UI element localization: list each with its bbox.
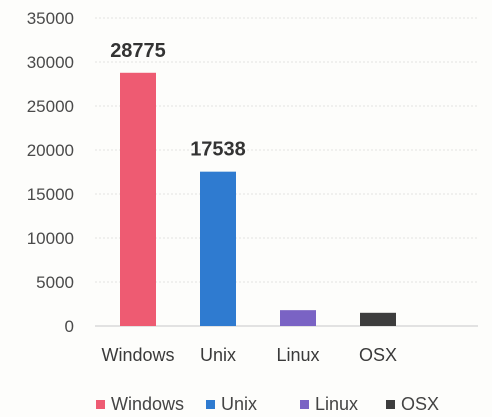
y-tick-label: 5000: [36, 273, 74, 292]
bar-osx: [360, 312, 396, 326]
data-label: 17538: [190, 139, 246, 161]
legend-swatch: [96, 400, 105, 409]
data-label: 28775: [110, 40, 166, 62]
y-tick-label: 30000: [27, 53, 74, 72]
x-category-label: Unix: [200, 345, 236, 365]
legend-label: Windows: [111, 394, 184, 414]
legend-label: Linux: [315, 394, 358, 414]
y-tick-label: 0: [65, 317, 74, 336]
x-axis-category-labels: Windows Unix Linux OSX: [101, 345, 397, 365]
y-tick-label: 35000: [27, 9, 74, 28]
y-axis-tick-labels: 0 5000 10000 15000 20000 25000 30000 35000: [27, 9, 74, 336]
legend-label: OSX: [401, 394, 439, 414]
x-category-label: Windows: [101, 345, 174, 365]
legend-swatch: [386, 400, 395, 409]
bar-linux: [280, 310, 316, 326]
y-tick-label: 25000: [27, 97, 74, 116]
bar-unix: [200, 171, 236, 326]
y-tick-label: 10000: [27, 229, 74, 248]
y-tick-label: 15000: [27, 185, 74, 204]
x-category-label: OSX: [359, 345, 397, 365]
legend-label: Unix: [221, 394, 257, 414]
y-tick-label: 20000: [27, 141, 74, 160]
legend-swatch: [300, 400, 309, 409]
legend: Windows Unix Linux OSX: [96, 394, 439, 414]
chart-canvas: 0 5000 10000 15000 20000 25000 30000 35000 2877…: [27, 9, 478, 414]
bar-windows: [120, 72, 156, 326]
x-category-label: Linux: [276, 345, 319, 365]
bars: [120, 72, 396, 326]
legend-swatch: [206, 400, 215, 409]
bar-chart: 0 5000 10000 15000 20000 25000 30000 35000 2877…: [0, 0, 492, 417]
